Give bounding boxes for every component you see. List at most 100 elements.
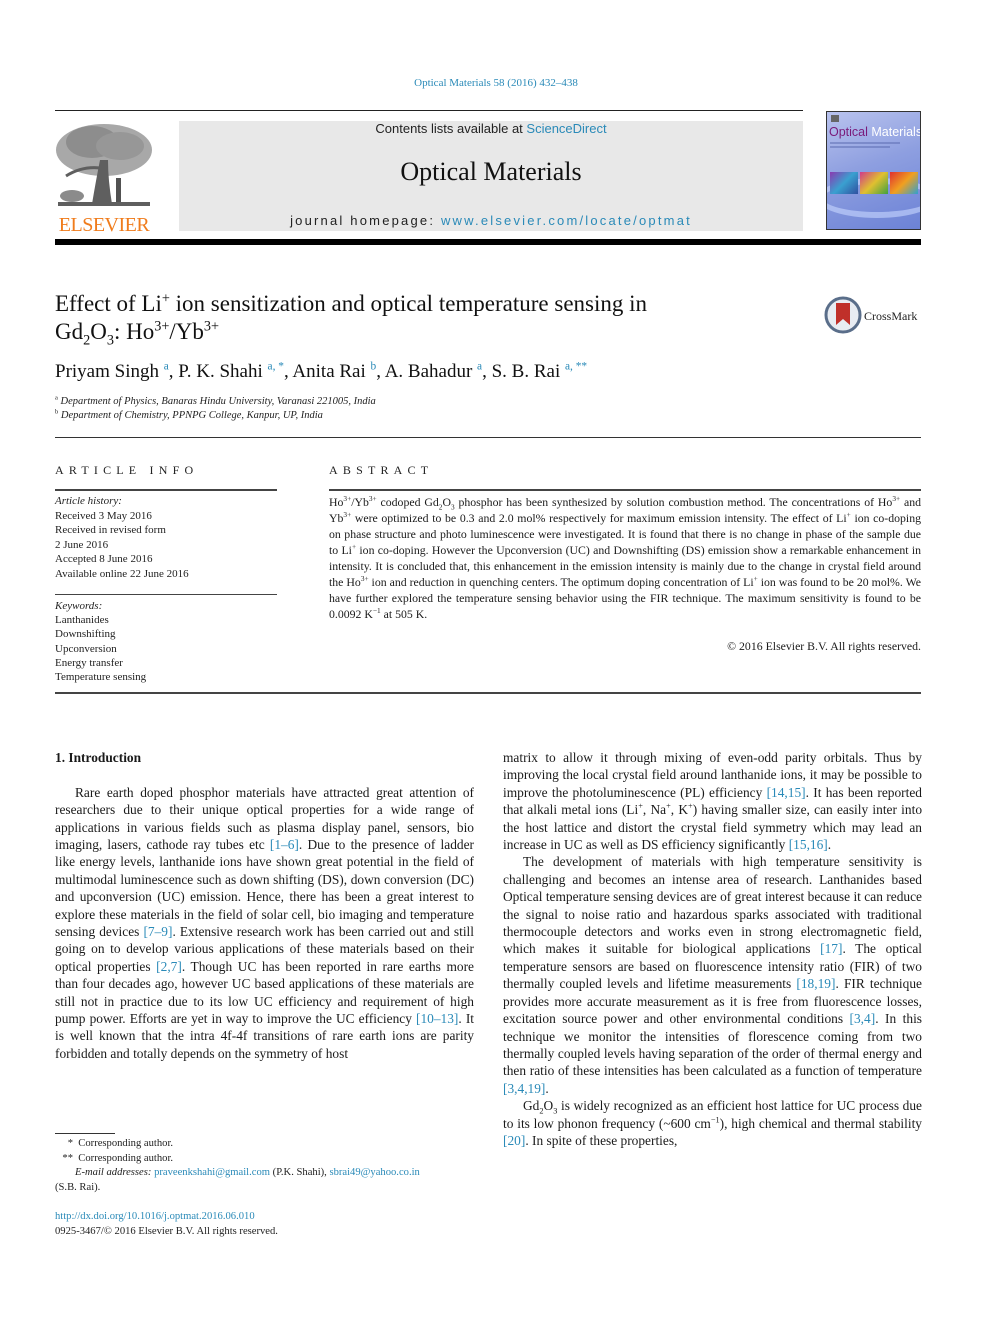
author-affiliation-mark[interactable]: a: [477, 361, 482, 373]
body-paragraph: Rare earth doped phosphor materials have…: [55, 784, 474, 1063]
history-item: Available online 22 June 2016: [55, 567, 189, 580]
author-name[interactable]: S. B. Rai: [492, 361, 561, 382]
affiliation-text: Department of Physics, Banaras Hindu Uni…: [60, 396, 376, 407]
citation-link[interactable]: [18,19]: [796, 976, 835, 991]
cover-title-materials: Materials: [867, 125, 921, 139]
footnotes: * Corresponding author. ** Corresponding…: [55, 1137, 474, 1195]
citation-link[interactable]: [20]: [503, 1133, 525, 1148]
citation-link[interactable]: [14,15]: [767, 785, 806, 800]
abstract-text: Ho: [329, 495, 344, 509]
keyword-item: Upconversion: [55, 642, 117, 655]
email-link[interactable]: praveenkshahi@gmail.com: [154, 1167, 270, 1178]
title-text: O: [90, 319, 107, 344]
journal-cover-thumbnail[interactable]: Optical Materials: [826, 111, 921, 230]
title-text: Effect of Li: [55, 291, 162, 316]
abstract-rule: [329, 489, 921, 491]
journal-citation-link[interactable]: Optical Materials 58 (2016) 432–438: [0, 77, 992, 89]
footnote-text: Corresponding author.: [78, 1152, 174, 1164]
title-subscript: 3: [106, 332, 114, 349]
author-name[interactable]: A. Bahadur: [385, 361, 473, 382]
citation-link[interactable]: [17]: [820, 941, 842, 956]
elsevier-logo[interactable]: ELSEVIER: [52, 120, 156, 236]
header-rule: [55, 110, 803, 111]
affiliations: a Department of Physics, Banaras Hindu U…: [55, 395, 376, 423]
keywords-rule: [55, 594, 277, 595]
contents-available-line: Contents lists available at ScienceDirec…: [179, 121, 803, 136]
article-info-rule: [55, 489, 277, 491]
keyword-item: Downshifting: [55, 628, 116, 641]
cover-image-2: [860, 172, 888, 194]
citation-link[interactable]: [10–13]: [416, 1011, 458, 1026]
cover-title-optical: Optical: [829, 125, 868, 139]
email-link[interactable]: sbrai49@yahoo.co.in: [329, 1167, 419, 1178]
citation-link[interactable]: [2,7]: [156, 959, 182, 974]
footnote-emails: E-mail addresses: praveenkshahi@gmail.co…: [55, 1166, 474, 1181]
history-label: Article history:: [55, 495, 122, 507]
footnote-text: Corresponding author.: [78, 1138, 174, 1149]
abstract-sup: 3+: [368, 494, 377, 504]
body-text: ), high chemical and thermal stability: [719, 1115, 922, 1131]
footnote-corresponding-2: ** Corresponding author.: [55, 1152, 474, 1167]
abstract-text: O: [442, 495, 451, 509]
body-text: O: [543, 1098, 554, 1114]
cover-subtitle-line: [830, 146, 890, 148]
journal-homepage-link[interactable]: www.elsevier.com/locate/optmat: [441, 213, 692, 228]
footnote-rule: [55, 1133, 115, 1134]
keyword-item: Lanthanides: [55, 614, 109, 627]
history-item: Accepted 8 June 2016: [55, 553, 153, 565]
abstract-text: were optimized to be 0.3 and 2.0 mol% re…: [351, 511, 847, 525]
author-list: Priyam Singh a, P. K. Shahi a, *, Anita …: [55, 360, 588, 382]
body-text: , K: [670, 802, 689, 818]
issn-copyright: 0925-3467/© 2016 Elsevier B.V. All right…: [55, 1226, 278, 1237]
body-text: Gd: [523, 1098, 540, 1114]
email-owner: (S.B. Rai).: [55, 1181, 101, 1193]
keyword-item: Temperature sensing: [55, 671, 147, 684]
header-thick-rule: [55, 239, 921, 245]
body-paragraph: Gd2O3 is widely recognized as an efficie…: [503, 1097, 922, 1149]
abstract-text: at 505 K.: [380, 607, 428, 621]
author-name[interactable]: Priyam Singh: [55, 361, 159, 382]
author-affiliation-mark[interactable]: b: [371, 361, 377, 373]
title-text: /Yb: [169, 319, 204, 344]
author-name[interactable]: Anita Rai: [292, 361, 365, 382]
footnote-corresponding-1: * Corresponding author.: [55, 1137, 474, 1152]
body-paragraph: The development of materials with high t…: [503, 853, 922, 1097]
history-item: Received 3 May 2016: [55, 509, 152, 522]
citation-link[interactable]: [15,16]: [789, 837, 828, 852]
author-affiliation-mark[interactable]: a, **: [565, 361, 587, 373]
citation-link[interactable]: [3,4,19]: [503, 1081, 545, 1096]
email-label: E-mail addresses:: [75, 1167, 152, 1178]
body-column-right: matrix to allow it through mixing of eve…: [503, 749, 922, 1149]
title-superscript: +: [161, 290, 170, 307]
title-text: ion sensitization and optical temperatur…: [169, 291, 648, 316]
citation-link[interactable]: [7–9]: [143, 924, 172, 939]
citation-link[interactable]: [1–6]: [270, 837, 299, 852]
body-column-left: 1. Introduction Rare earth doped phospho…: [55, 749, 474, 1062]
affiliation-item: a Department of Physics, Banaras Hindu U…: [55, 395, 376, 409]
elsevier-tree-icon: [56, 124, 152, 206]
author-name[interactable]: P. K. Shahi: [178, 361, 262, 382]
crossmark-label: CrossMark: [864, 309, 918, 323]
author-affiliation-mark[interactable]: a: [164, 361, 169, 373]
citation-link[interactable]: [3,4]: [850, 1011, 876, 1026]
author-affiliation-mark[interactable]: a, *: [268, 361, 284, 373]
history-item: Received in revised form: [55, 524, 166, 536]
footnote-mark: *: [67, 1138, 73, 1149]
abstract-text: ion and reduction in quenching centers. …: [368, 575, 754, 589]
homepage-prefix: journal homepage:: [290, 213, 441, 228]
body-text: .: [545, 1080, 549, 1096]
sciencedirect-link[interactable]: ScienceDirect: [526, 121, 606, 136]
article-title: Effect of Li+ ion sensitization and opti…: [55, 290, 795, 349]
abstract-text: phosphor has been synthesized by solutio…: [454, 495, 893, 509]
crossmark-icon: [824, 296, 862, 334]
cover-subtitle-line: [830, 142, 900, 144]
body-text: . In spite of these properties,: [525, 1132, 678, 1148]
abstract-copyright: © 2016 Elsevier B.V. All rights reserved…: [727, 639, 921, 653]
body-sup: −1: [710, 1115, 720, 1125]
doi-link[interactable]: http://dx.doi.org/10.1016/j.optmat.2016.…: [55, 1211, 255, 1222]
body-text: .: [827, 837, 832, 853]
cover-publisher-logo: [831, 115, 839, 122]
crossmark-button[interactable]: CrossMark: [824, 296, 924, 336]
keyword-item: Energy transfer: [55, 656, 123, 669]
journal-title: Optical Materials: [400, 157, 582, 186]
